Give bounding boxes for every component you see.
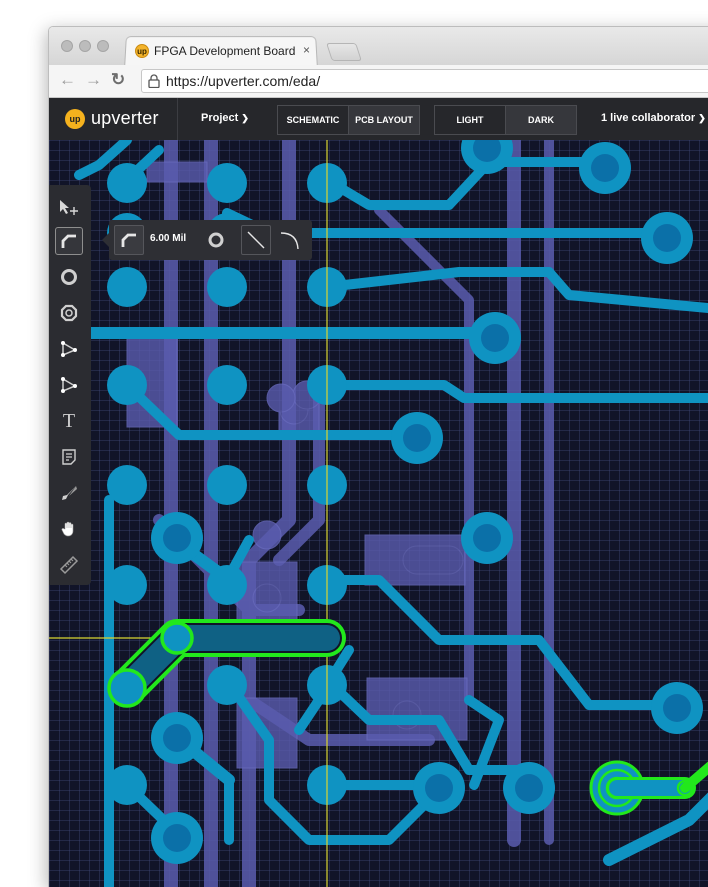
via-ring-icon <box>208 232 224 248</box>
chevron-down-icon: ❯ <box>241 113 249 123</box>
via-icon <box>61 269 77 285</box>
corner-trace-option[interactable] <box>114 225 144 255</box>
pad-icon <box>60 304 78 322</box>
view-switcher: SCHEMATIC PCB LAYOUT <box>277 105 420 135</box>
lock-icon <box>148 74 160 88</box>
select-move-icon <box>60 200 78 215</box>
tool-knife[interactable] <box>55 479 83 507</box>
measure-ruler-icon <box>59 555 79 575</box>
tool-pad[interactable] <box>55 299 83 327</box>
back-arrow-icon[interactable]: ← <box>59 70 76 90</box>
straight-trace-option[interactable] <box>241 225 271 255</box>
note-icon <box>62 449 76 465</box>
tool-select[interactable] <box>55 193 83 221</box>
forward-arrow-icon[interactable]: → <box>85 70 102 90</box>
browser-tab-content[interactable]: up FPGA Development Board <box>135 41 295 61</box>
popout-pointer <box>102 233 109 247</box>
straight-trace-icon <box>247 231 265 249</box>
tool-polygon[interactable] <box>55 335 83 363</box>
app-logo-text: upverter <box>91 108 159 128</box>
tool-note[interactable] <box>55 443 83 471</box>
address-bar[interactable]: https://upverter.com/eda/ <box>141 69 708 93</box>
zoom-window-button[interactable] <box>97 40 109 52</box>
tab-schematic[interactable]: SCHEMATIC <box>278 106 348 134</box>
reload-icon[interactable]: ↻ <box>111 70 125 90</box>
upverter-logo-icon: up <box>135 44 149 58</box>
tab-close-icon[interactable]: × <box>303 43 310 57</box>
via-option[interactable] <box>201 225 231 255</box>
tool-pan[interactable] <box>55 515 83 543</box>
url-text: https://upverter.com/eda/ <box>166 73 321 89</box>
project-menu[interactable]: Project ❯ <box>201 112 249 124</box>
tool-measure[interactable] <box>55 551 83 579</box>
navigation-bar: ← → ↻ https://upverter.com/eda/ <box>49 65 708 98</box>
new-tab-button[interactable] <box>326 43 362 61</box>
route-trace-icon <box>61 234 76 248</box>
corner-trace-icon <box>121 233 136 247</box>
app-toolbar: up upverter Project ❯ SCHEMATIC PCB LAYO… <box>49 98 708 140</box>
toolbar-divider <box>177 98 178 140</box>
knife-icon <box>62 486 77 500</box>
theme-dark-button[interactable]: DARK <box>505 106 576 134</box>
polygon-icon <box>61 341 77 357</box>
tab-pcb-layout[interactable]: PCB LAYOUT <box>348 106 419 134</box>
tab-strip: up FPGA Development Board × <box>49 27 708 68</box>
theme-light-button[interactable]: LIGHT <box>435 106 505 134</box>
collaborators-label: 1 live collaborator <box>601 112 696 124</box>
trace-width-value[interactable]: 6.00 Mil <box>150 233 186 244</box>
selected-via[interactable] <box>589 750 708 816</box>
browser-window: up FPGA Development Board × ← → ↻ https:… <box>48 26 708 887</box>
tab-title: FPGA Development Board <box>154 44 296 58</box>
polygon-cutout-icon <box>61 377 77 393</box>
theme-switcher: LIGHT DARK <box>434 105 577 135</box>
collaborators-menu[interactable]: 1 live collaborator ❯ <box>601 112 706 124</box>
arc-trace-icon <box>280 232 299 250</box>
tool-palette: T <box>49 185 91 585</box>
arc-trace-option[interactable] <box>275 225 305 255</box>
chevron-down-icon: ❯ <box>698 113 706 123</box>
tool-text[interactable]: T <box>55 407 83 435</box>
upverter-logo-icon: up <box>65 109 85 129</box>
tool-route-trace[interactable] <box>55 227 83 255</box>
text-icon: T <box>62 409 76 432</box>
pan-hand-icon <box>61 521 74 537</box>
minimize-window-button[interactable] <box>79 40 91 52</box>
project-menu-label: Project <box>201 112 239 124</box>
close-window-button[interactable] <box>61 40 73 52</box>
tool-via[interactable] <box>55 263 83 291</box>
tool-polygon-cutout[interactable] <box>55 371 83 399</box>
trace-options-popout: 6.00 Mil <box>102 220 312 260</box>
